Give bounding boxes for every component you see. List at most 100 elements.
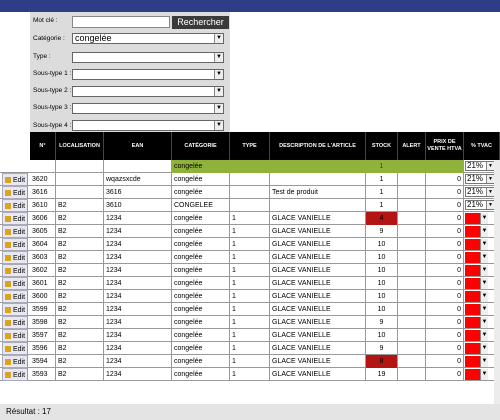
cell-prix: 0	[426, 355, 464, 368]
cell-loc: B2	[56, 355, 104, 368]
cell-stock: 4	[366, 212, 398, 225]
cell-loc: B2	[56, 303, 104, 316]
edit-button[interactable]: Edit	[2, 225, 28, 238]
cell-alert	[398, 173, 426, 186]
cell-stock: 10	[366, 303, 398, 316]
type-select[interactable]: ▼	[72, 52, 224, 63]
cell-alert	[398, 186, 426, 199]
edit-button[interactable]: Edit	[2, 329, 28, 342]
edit-button[interactable]: Edit	[2, 290, 28, 303]
tva-alert-select[interactable]: ▼	[465, 317, 488, 328]
cell-num: 3603	[30, 251, 56, 264]
subtype3-select[interactable]: ▼	[72, 103, 224, 114]
cell-cat: congelée	[172, 316, 230, 329]
filter-stock[interactable]: 1	[366, 160, 398, 173]
tva-alert-select[interactable]: ▼	[465, 252, 488, 263]
edit-button[interactable]: Edit	[2, 212, 28, 225]
cell-cat: congelée	[172, 238, 230, 251]
tva-alert-select[interactable]: ▼	[465, 356, 488, 367]
edit-button[interactable]: Edit	[2, 251, 28, 264]
tva-alert-select[interactable]: ▼	[465, 343, 488, 354]
edit-label: Edit	[13, 372, 26, 379]
tva-alert-select[interactable]: ▼	[465, 226, 488, 237]
tva-alert-select[interactable]: ▼	[465, 239, 488, 250]
col-prix[interactable]: PRIX DE VENTE HTVA	[426, 132, 464, 160]
cell-stock: 10	[366, 329, 398, 342]
category-select[interactable]: congelée ▼	[72, 33, 224, 44]
edit-label: Edit	[13, 203, 26, 210]
cell-num: 3594	[30, 355, 56, 368]
edit-button[interactable]: Edit	[2, 238, 28, 251]
cell-desc: GLACE VANIELLE	[270, 212, 366, 225]
cell-ean: 1234	[104, 342, 172, 355]
category-value: congelée	[75, 33, 112, 43]
chevron-down-icon: ▼	[480, 239, 488, 250]
edit-button[interactable]: Edit	[2, 303, 28, 316]
tva-alert-select[interactable]: ▼	[465, 369, 488, 380]
col-categorie[interactable]: CATÉGORIE	[172, 132, 230, 160]
edit-button[interactable]: Edit	[2, 264, 28, 277]
cell-cat: congelée	[172, 303, 230, 316]
cell-loc: B2	[56, 264, 104, 277]
table-row: Edit 3616 3616 congelée Test de produit 1 0 21%…	[0, 186, 500, 199]
cell-ean: 1234	[104, 368, 172, 381]
tva-alert-select[interactable]: ▼	[465, 278, 488, 289]
col-alert[interactable]: ALERT	[398, 132, 426, 160]
tva-alert-select[interactable]: ▼	[465, 291, 488, 302]
tva-alert-select[interactable]: ▼	[465, 213, 488, 224]
cell-prix: 0	[426, 368, 464, 381]
col-num[interactable]: N°	[30, 132, 56, 160]
scrollbar[interactable]	[494, 160, 500, 404]
cell-prix: 0	[426, 225, 464, 238]
cell-prix: 0	[426, 173, 464, 186]
subtype3-label: Sous-type 3 :	[33, 104, 72, 111]
cell-num: 3600	[30, 290, 56, 303]
cell-stock: 9	[366, 316, 398, 329]
tva-alert-select[interactable]: ▼	[465, 265, 488, 276]
edit-icon	[5, 216, 11, 223]
col-tva[interactable]: % TVAC	[464, 132, 500, 160]
search-button[interactable]: Rechercher	[172, 16, 229, 29]
edit-button[interactable]: Edit	[2, 173, 28, 186]
result-count: Résultat : 17	[0, 404, 500, 420]
cell-alert	[398, 199, 426, 212]
chevron-down-icon: ▼	[480, 369, 488, 380]
cell-cat: congelée	[172, 173, 230, 186]
cell-loc	[56, 186, 104, 199]
edit-icon	[5, 190, 11, 197]
edit-label: Edit	[13, 307, 26, 314]
edit-label: Edit	[13, 294, 26, 301]
edit-button[interactable]: Edit	[2, 316, 28, 329]
edit-label: Edit	[13, 346, 26, 353]
cell-loc: B2	[56, 277, 104, 290]
filter-categorie[interactable]: congelée	[172, 160, 230, 173]
table-row: Edit 3593 B2 1234 congelée 1 GLACE VANIELLE 19 0…	[0, 368, 500, 381]
tva-alert-select[interactable]: ▼	[465, 304, 488, 315]
cell-alert	[398, 303, 426, 316]
edit-icon	[5, 320, 11, 327]
cell-prix: 0	[426, 342, 464, 355]
chevron-down-icon: ▼	[214, 34, 223, 43]
col-ean[interactable]: EAN	[104, 132, 172, 160]
tva-alert-select[interactable]: ▼	[465, 330, 488, 341]
edit-button[interactable]: Edit	[2, 199, 28, 212]
edit-icon	[5, 177, 11, 184]
cell-num: 3596	[30, 342, 56, 355]
subtype2-select[interactable]: ▼	[72, 86, 224, 97]
col-localisation[interactable]: LOCALISATION	[56, 132, 104, 160]
table-body: congelée 1 21% ▼ Edit 3620 wqazsxcde congelé…	[0, 160, 500, 381]
subtype4-select[interactable]: ▼	[72, 120, 224, 131]
edit-button[interactable]: Edit	[2, 355, 28, 368]
col-description[interactable]: DESCRIPTION DE L'ARTICLE	[270, 132, 366, 160]
edit-button[interactable]: Edit	[2, 277, 28, 290]
subtype1-select[interactable]: ▼	[72, 69, 224, 80]
keyword-input[interactable]	[72, 16, 170, 28]
edit-label: Edit	[13, 255, 26, 262]
edit-button[interactable]: Edit	[2, 368, 28, 381]
col-type[interactable]: TYPE	[230, 132, 270, 160]
edit-button[interactable]: Edit	[2, 342, 28, 355]
edit-button[interactable]: Edit	[2, 186, 28, 199]
cell-ean: wqazsxcde	[104, 173, 172, 186]
col-stock[interactable]: STOCK	[366, 132, 398, 160]
cell-loc: B2	[56, 212, 104, 225]
